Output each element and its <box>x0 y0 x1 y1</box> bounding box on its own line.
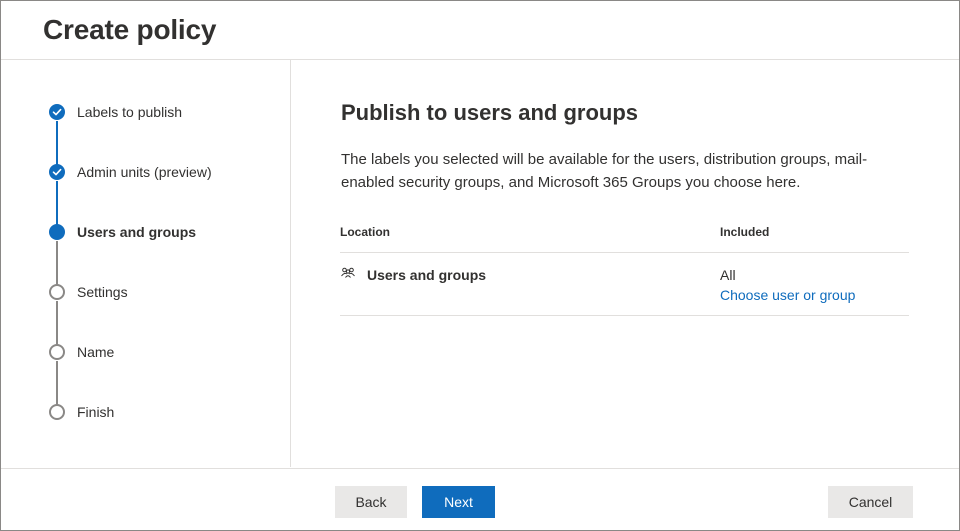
current-step-icon <box>49 224 65 240</box>
pending-step-icon <box>49 404 65 420</box>
included-value: All <box>720 267 736 283</box>
cancel-button[interactable]: Cancel <box>828 486 913 518</box>
column-header-included: Included <box>720 225 770 239</box>
header-divider <box>340 252 909 253</box>
step-connector <box>56 181 58 225</box>
panel-footer: Back Next Cancel <box>1 468 959 531</box>
next-button[interactable]: Next <box>422 486 495 518</box>
wizard-steps: Labels to publish Admin units (preview) … <box>1 60 291 467</box>
people-icon <box>340 265 356 281</box>
step-settings[interactable]: Settings <box>1 280 290 304</box>
step-connector <box>56 301 58 345</box>
pending-step-icon <box>49 284 65 300</box>
step-connector <box>56 121 58 165</box>
step-connector <box>56 241 58 285</box>
section-description: The labels you selected will be availabl… <box>341 151 868 191</box>
page-title: Create policy <box>43 14 217 45</box>
row-divider <box>340 315 909 316</box>
step-label: Name <box>77 344 115 360</box>
main-content: Publish to users and groups The labels y… <box>291 60 959 467</box>
step-label: Users and groups <box>77 224 197 240</box>
pending-step-icon <box>49 344 65 360</box>
choose-user-or-group-link[interactable]: Choose user or group <box>720 287 855 303</box>
create-policy-panel: Create policy Labels to publish Admin un… <box>0 0 960 531</box>
step-users-and-groups[interactable]: Users and groups <box>1 220 290 244</box>
column-header-location: Location <box>340 225 390 239</box>
step-name[interactable]: Name <box>1 340 290 364</box>
step-label: Labels to publish <box>77 104 183 120</box>
step-label: Finish <box>77 404 115 420</box>
step-labels-to-publish[interactable]: Labels to publish <box>1 100 290 124</box>
step-connector <box>56 361 58 405</box>
step-label: Settings <box>77 284 128 300</box>
checkmark-icon <box>49 104 65 120</box>
step-label: Admin units (preview) <box>77 164 212 180</box>
panel-header: Create policy <box>1 1 959 60</box>
step-admin-units[interactable]: Admin units (preview) <box>1 160 290 184</box>
step-finish[interactable]: Finish <box>1 400 290 424</box>
section-title: Publish to users and groups <box>341 100 639 125</box>
checkmark-icon <box>49 164 65 180</box>
back-button[interactable]: Back <box>335 486 407 518</box>
location-name: Users and groups <box>367 267 487 283</box>
